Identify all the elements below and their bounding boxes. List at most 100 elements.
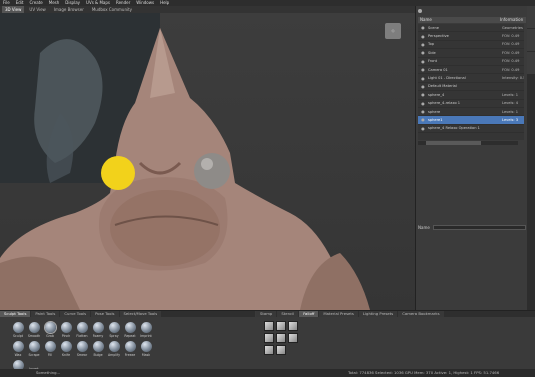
side-tab-strip [527,6,535,310]
outliner-row-name: Front [428,59,438,64]
outliner-row-name: Perspective [428,34,449,39]
tool-repeat[interactable]: Repeat [122,322,138,338]
tray-tab[interactable]: Lighting Presets [358,311,398,317]
tool-wax[interactable]: Wax [10,341,26,357]
outliner-row[interactable]: ● Top FOV: 0.49 [418,41,524,50]
view-tab[interactable]: Mudbox Community [89,6,135,13]
visibility-icon[interactable]: ● [418,42,428,47]
falloff-swatch[interactable] [264,321,274,331]
visibility-icon[interactable]: ● [418,92,428,97]
name-column-header[interactable]: Name [418,17,498,23]
falloff-swatch[interactable] [288,321,298,331]
outliner-row[interactable]: ● Default Material [418,83,524,92]
side-tab-1[interactable] [527,6,535,28]
info-column-header[interactable]: Information [498,17,523,23]
outliner-row[interactable]: ● sphere_4-relaxo 1 Levels: 4 [418,100,524,108]
tool-freeze[interactable]: Freeze [122,341,138,357]
tool-smooth[interactable]: Smooth [26,322,42,338]
3d-viewport[interactable]: ◇ [0,13,415,310]
visibility-icon[interactable]: ● [418,126,428,131]
status-bar: Something... Total: 774836 Selected: 103… [0,369,535,377]
outliner-row-name: sphere1 [428,117,443,122]
outliner-row[interactable]: ● Scene Geometries [418,24,524,33]
viewcube-icon[interactable]: ◇ [385,23,401,39]
outliner-row[interactable]: ● sphere_4 Relaxo Operation 1 [418,125,524,134]
tool-knife[interactable]: Knife [58,341,74,357]
visibility-icon[interactable]: ● [418,34,428,39]
falloff-swatch[interactable] [264,345,274,355]
tray-tab[interactable]: Paint Tools [31,311,60,317]
status-left: Something... [36,370,61,375]
outliner-row[interactable]: ● Light 01 - Directional Intensity: 0.5 [418,74,524,83]
tray-tab[interactable]: Material Presets [319,311,358,317]
tool-foamy[interactable]: Foamy [90,322,106,338]
outliner-list: ● Scene Geometries ● Perspective FOV: 0.49 ● To… [418,24,524,140]
tool-scrape[interactable]: Scrape [26,341,42,357]
tray-tab[interactable]: Select/Move Tools [119,311,162,317]
visibility-icon[interactable]: ● [418,84,428,89]
tool-sculpt[interactable]: Sculpt [10,322,26,338]
visibility-icon[interactable]: ● [418,50,428,55]
settings-icon[interactable] [418,9,422,13]
tool-mask[interactable]: Mask [138,341,154,357]
visibility-icon[interactable]: ● [418,117,428,122]
view-tab[interactable]: 3D View [2,6,25,13]
tray-tab[interactable]: Sculpt Tools [0,311,31,317]
tool-smear[interactable]: Smear [74,341,90,357]
tool-icon [124,341,136,352]
falloff-swatch[interactable] [288,333,298,343]
falloff-swatch[interactable] [264,333,274,343]
falloff-grid [264,321,298,355]
tool-amplify[interactable]: Amplify [106,341,122,357]
tool-fill[interactable]: Fill [42,341,58,357]
outliner-row[interactable]: ● sphere_4 Levels: 1 [418,91,524,100]
tray-tab[interactable]: Stencil [277,311,299,317]
outliner-row-name: Scene [428,25,439,30]
tool-grab[interactable]: Grab [42,322,58,338]
visibility-icon[interactable]: ● [418,109,428,114]
outliner-row-name: sphere_4-relaxo 1 [428,101,461,106]
side-tab-3[interactable] [527,52,535,74]
tool-bulge[interactable]: Bulge [90,341,106,357]
falloff-swatch[interactable] [276,345,286,355]
tool-imprint[interactable]: Imprint [138,322,154,338]
outliner-scrollbar[interactable] [418,141,518,145]
tool-icon [108,341,120,352]
tool-icon [140,341,152,352]
outliner-row[interactable]: ● Camera 01 FOV: 0.49 [418,66,524,75]
view-tab[interactable]: UV View [26,6,48,13]
tool-flatten[interactable]: Flatten [74,322,90,338]
outliner-row[interactable]: ● Front FOV: 0.49 [418,58,524,66]
falloff-swatch[interactable] [276,321,286,331]
creature-mouth [110,190,220,266]
outliner-row-info: FOV: 0.49 [502,59,520,64]
visibility-icon[interactable]: ● [418,67,428,72]
outliner-row-name: Light 01 - Directional [428,76,466,81]
tool-spray[interactable]: Spray [106,322,122,338]
tray-tab[interactable]: Camera Bookmarks [398,311,444,317]
tray-tab[interactable]: Curve Tools [60,311,91,317]
name-input[interactable] [432,224,526,230]
view-tab-bar: 3D View UV View Image Browser Mudbox Commun… [0,6,415,13]
outliner-row-info: Levels: 1 [502,92,518,97]
falloff-swatch[interactable] [276,333,286,343]
visibility-icon[interactable]: ● [418,59,428,64]
tool-label: Sculpt [13,334,23,338]
outliner-row[interactable]: ● Perspective FOV: 0.49 [418,32,524,41]
visibility-icon[interactable]: ● [418,25,428,30]
outliner-row[interactable]: ● sphere1 Levels: 3 [418,116,524,125]
outliner-row-info: Intensity: 0.5 [502,76,524,81]
outliner-row[interactable]: ● Side FOV: 0.49 [418,49,524,58]
tool-pinch[interactable]: Pinch [58,322,74,338]
visibility-icon[interactable]: ● [418,76,428,81]
tray-tab[interactable]: Pose Tools [91,311,119,317]
tray-tab[interactable]: Stamp [256,311,277,317]
view-tab[interactable]: Image Browser [51,6,87,13]
name-field-label: Name [418,224,430,230]
visibility-icon[interactable]: ● [418,101,428,106]
outliner-row[interactable]: ● sphere Levels: 1 [418,108,524,117]
tool-icon [76,341,88,352]
viewport-scene [0,13,370,310]
tray-tab[interactable]: Falloff [299,311,319,317]
side-tab-2[interactable] [527,29,535,51]
